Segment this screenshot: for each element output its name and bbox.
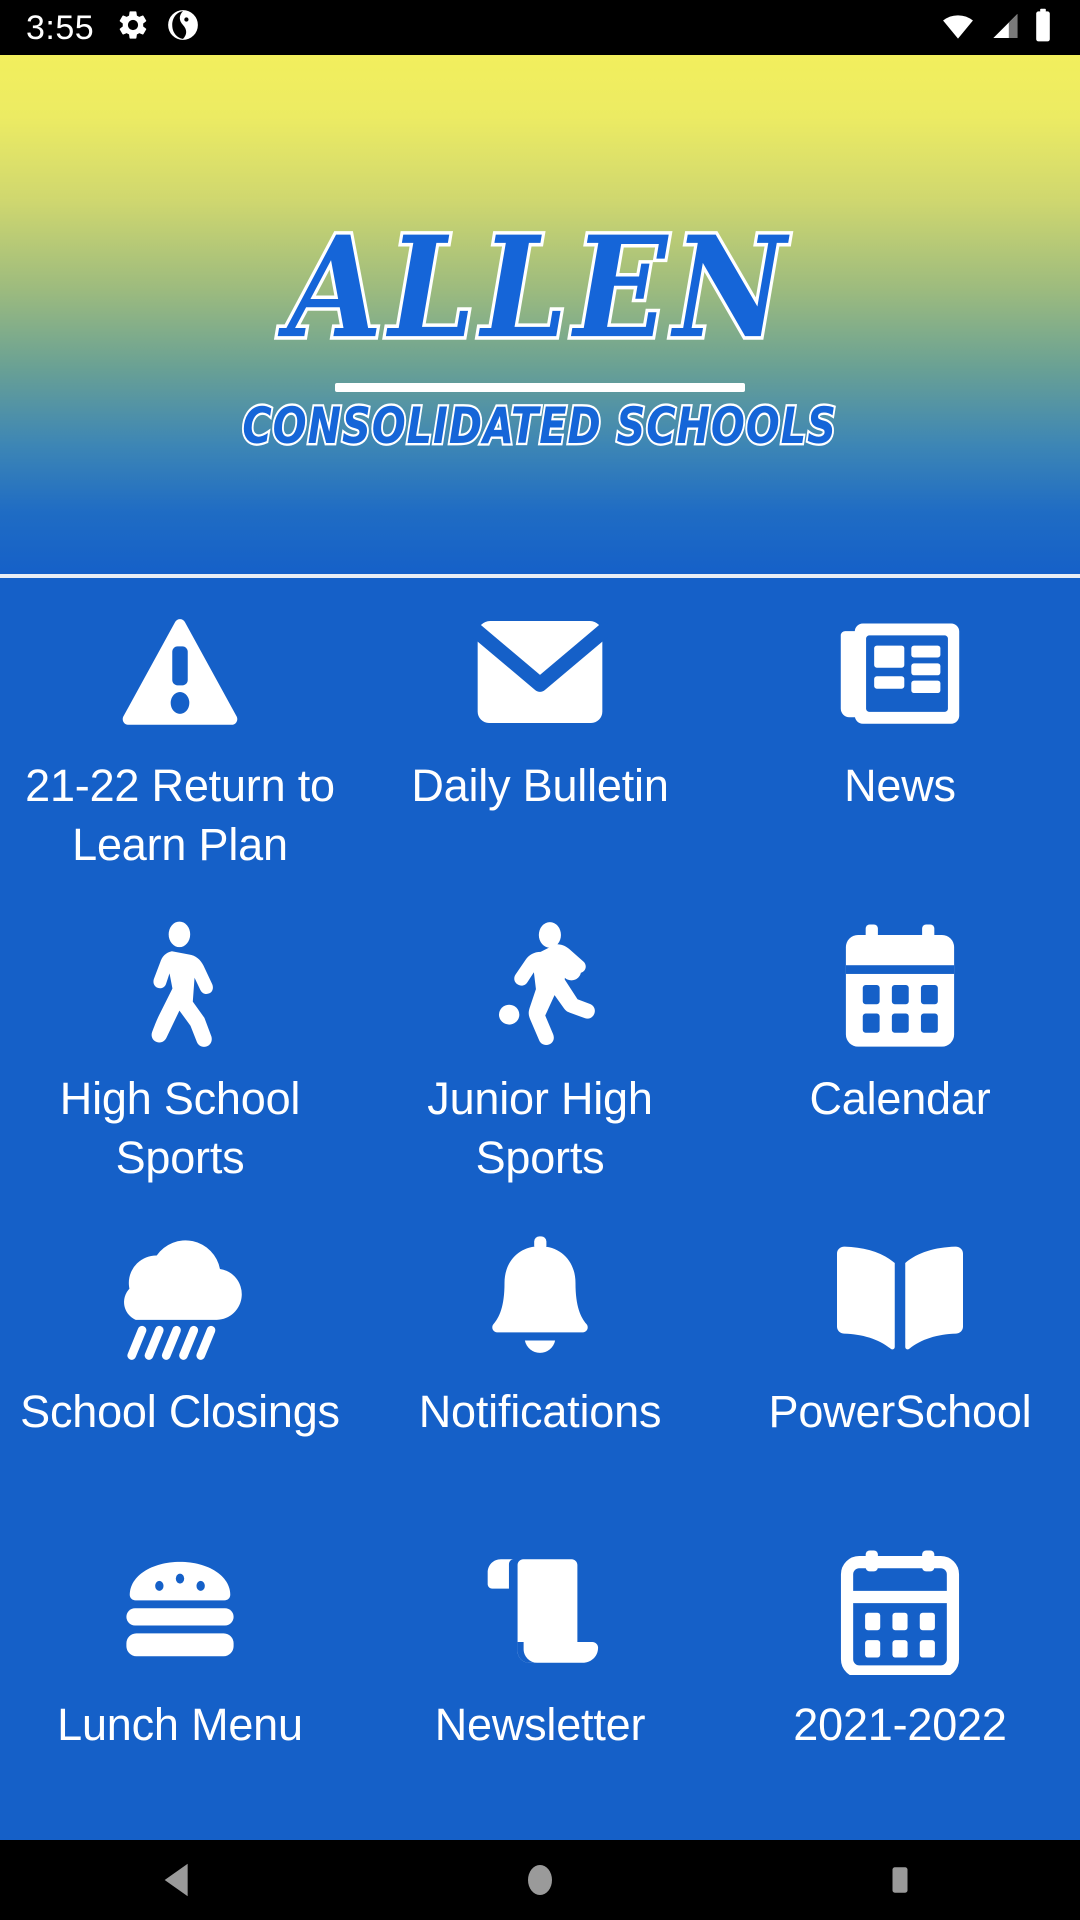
calendar-filled-icon [825,919,975,1051]
open-book-icon [825,1232,975,1364]
running-person-icon [465,919,615,1051]
menu-tile[interactable]: PowerSchool [720,1204,1080,1517]
menu-tile-label: Notifications [418,1386,662,1437]
swirl-app-icon [166,8,200,47]
android-navigation-bar [0,1840,1080,1920]
newspaper-icon [825,606,975,738]
menu-tile-label: PowerSchool [768,1386,1032,1437]
menu-tile[interactable]: Newsletter [360,1517,720,1830]
menu-tile-label: Lunch Menu [57,1699,303,1750]
menu-tile-label: Newsletter [434,1699,646,1750]
menu-grid: 21-22 Return to Learn Plan Daily Bulleti… [0,578,1080,1840]
menu-tile[interactable]: 21-22 Return to Learn Plan [0,578,360,891]
warning-triangle-icon [105,606,255,738]
gear-icon [116,8,150,47]
bell-icon [465,1232,615,1364]
nav-home-button[interactable] [480,1840,600,1920]
battery-icon [1032,8,1054,47]
menu-tile[interactable]: Calendar [720,891,1080,1204]
envelope-icon [465,606,615,738]
nav-recents-button[interactable] [840,1840,960,1920]
menu-tile-label: Junior High Sports [427,1073,653,1184]
status-bar-clock: 3:55 [26,8,95,47]
status-bar-system-icons [940,8,1054,47]
logo-group: ALLEN CONSOLIDATED SCHOOLS [0,205,1080,458]
menu-tile[interactable]: News [720,578,1080,891]
walking-person-icon [105,919,255,1051]
menu-tile-label: School Closings [20,1386,340,1437]
menu-tile[interactable]: Daily Bulletin [360,578,720,891]
menu-tile-label: Calendar [809,1073,991,1124]
cellular-signal-icon [987,10,1021,47]
nav-back-button[interactable] [120,1840,240,1920]
wifi-icon [940,10,976,47]
menu-tile-label: News [844,760,956,811]
status-bar-notification-icons [116,8,200,47]
menu-tile[interactable]: School Closings [0,1204,360,1517]
rain-cloud-icon [105,1232,255,1364]
school-name-logo: ALLEN [285,205,793,370]
menu-tile-label: High School Sports [59,1073,301,1184]
menu-tile[interactable]: 2021-2022 [720,1517,1080,1830]
menu-tile-label: 2021-2022 [793,1699,1007,1750]
status-bar: 3:55 [0,0,1080,55]
hamburger-food-icon [105,1545,255,1677]
app-root: 3:55 ALLEN CONSOLIDATED SCHOOLS 21-22 Re… [0,0,1080,1920]
menu-tile[interactable]: Notifications [360,1204,720,1517]
menu-tile-label: Daily Bulletin [411,760,669,811]
school-subtitle-logo: CONSOLIDATED SCHOOLS [241,396,838,459]
school-logo-banner: ALLEN CONSOLIDATED SCHOOLS [0,55,1080,575]
menu-tile[interactable]: Junior High Sports [360,891,720,1204]
logo-divider-rule [335,383,745,393]
scroll-icon [465,1545,615,1677]
menu-tile[interactable]: High School Sports [0,891,360,1204]
calendar-outline-icon [825,1545,975,1677]
menu-tile-label: 21-22 Return to Learn Plan [25,760,335,871]
menu-tile[interactable]: Lunch Menu [0,1517,360,1830]
